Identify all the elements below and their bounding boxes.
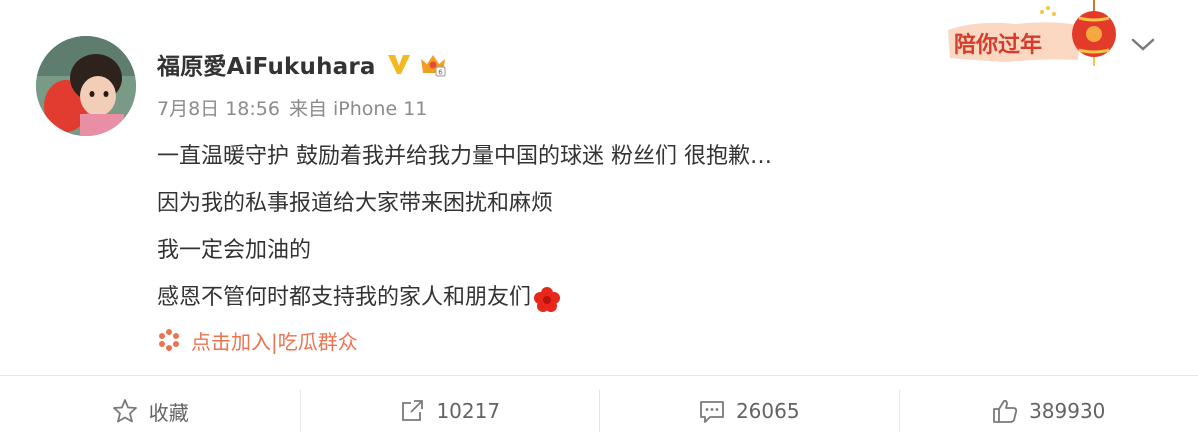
- favorite-button[interactable]: 收藏: [0, 376, 300, 446]
- super-topic-link[interactable]: 点击加入|吃瓜群众: [157, 324, 358, 356]
- repost-button[interactable]: 10217: [299, 376, 600, 446]
- post-line: 因为我的私事报道给大家带来困扰和麻烦: [157, 191, 554, 216]
- red-flower-icon: [533, 284, 561, 312]
- new-year-label: 陪你过年: [954, 32, 1042, 58]
- crown-member-icon[interactable]: 6: [418, 49, 448, 79]
- post-date[interactable]: 7月8日 18:56: [157, 94, 280, 121]
- post-line: 我一定会加油的: [157, 238, 312, 263]
- author-name[interactable]: 福原愛AiFukuhara: [157, 47, 376, 81]
- post-source: 来自 iPhone 11: [288, 98, 428, 120]
- author-row: 福原愛AiFukuhara 6: [157, 46, 448, 82]
- like-button[interactable]: 389930: [898, 376, 1198, 446]
- post-line: 一直温暖守护 鼓励着我并给我力量中国的球迷 粉丝们 很抱歉…: [157, 144, 772, 169]
- post-content: 一直温暖守护 鼓励着我并给我力量中国的球迷 粉丝们 很抱歉… 因为我的私事报道给…: [157, 133, 772, 321]
- comment-button[interactable]: 26065: [599, 376, 899, 446]
- super-topic-icon: [157, 328, 181, 352]
- post-line-last: 感恩不管何时都支持我的家人和朋友们: [157, 274, 772, 321]
- action-bar: 收藏 10217 26065 389930: [0, 376, 1198, 446]
- like-count: 389930: [1029, 399, 1106, 423]
- author-avatar[interactable]: [36, 36, 136, 136]
- thumbs-up-icon: [993, 399, 1018, 423]
- post-line: 感恩不管何时都支持我的家人和朋友们: [157, 285, 532, 310]
- comment-icon: [700, 401, 724, 423]
- share-icon: [402, 400, 424, 421]
- super-topic-label[interactable]: 点击加入|吃瓜群众: [191, 326, 358, 355]
- comment-count: 26065: [735, 399, 800, 423]
- star-icon: [112, 399, 137, 423]
- chevron-down-icon[interactable]: [1131, 36, 1155, 54]
- post-meta: 7月8日 18:56 来自 iPhone 11: [157, 94, 427, 121]
- lantern-icon: [1072, 0, 1116, 66]
- repost-count: 10217: [436, 399, 501, 423]
- favorite-label: 收藏: [148, 400, 189, 425]
- new-year-decoration[interactable]: 陪你过年: [946, 0, 1121, 68]
- svg-text:6: 6: [438, 69, 443, 77]
- verified-v-icon: [386, 51, 412, 77]
